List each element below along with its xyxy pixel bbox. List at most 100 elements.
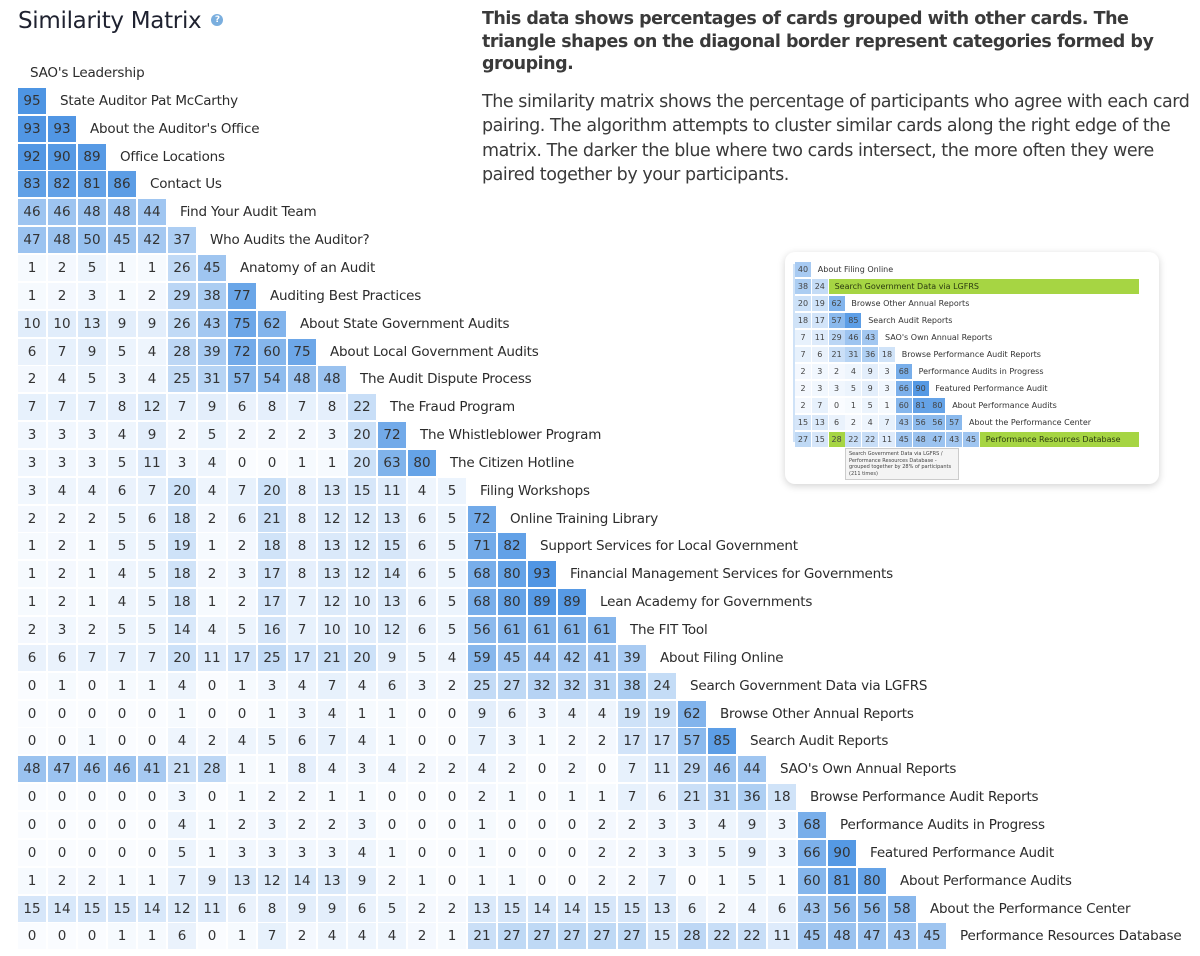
matrix-cell[interactable]: 1 [78, 561, 106, 588]
matrix-cell[interactable]: 1 [258, 756, 286, 783]
matrix-cell[interactable]: 25 [258, 644, 286, 671]
inset-cell[interactable]: 27 [795, 432, 811, 447]
matrix-cell[interactable]: 0 [438, 867, 466, 894]
inset-cell[interactable]: 4 [862, 415, 879, 430]
matrix-cell[interactable]: 4 [348, 672, 376, 699]
matrix-cell[interactable]: 7 [318, 672, 346, 699]
matrix-cell[interactable]: 2 [588, 811, 616, 838]
inset-cell[interactable]: 2 [795, 398, 811, 413]
matrix-cell[interactable]: 60 [798, 867, 826, 894]
matrix-cell[interactable]: 5 [138, 533, 166, 560]
matrix-cell[interactable]: 2 [288, 923, 316, 950]
inset-cell[interactable]: 18 [879, 347, 895, 362]
matrix-cell[interactable]: 25 [468, 672, 496, 699]
matrix-cell[interactable]: 4 [468, 756, 496, 783]
matrix-cell[interactable]: 57 [678, 728, 706, 755]
matrix-cell[interactable]: 1 [198, 839, 226, 866]
matrix-cell[interactable]: 0 [48, 728, 76, 755]
matrix-cell[interactable]: 4 [108, 422, 136, 449]
matrix-cell[interactable]: 1 [318, 784, 346, 811]
matrix-cell[interactable]: 15 [18, 895, 46, 922]
matrix-cell[interactable]: 90 [828, 839, 856, 866]
matrix-cell[interactable]: 21 [168, 756, 196, 783]
matrix-cell[interactable]: 56 [828, 895, 856, 922]
matrix-cell[interactable]: 81 [828, 867, 856, 894]
matrix-cell[interactable]: 1 [108, 282, 136, 309]
matrix-cell[interactable]: 5 [438, 617, 466, 643]
matrix-cell[interactable]: 54 [258, 366, 286, 393]
inset-cell[interactable]: 2 [795, 381, 811, 396]
matrix-cell[interactable]: 3 [498, 728, 526, 755]
matrix-cell[interactable]: 48 [48, 227, 76, 254]
matrix-cell[interactable]: 41 [588, 644, 616, 671]
matrix-cell[interactable]: 2 [138, 282, 166, 309]
matrix-cell[interactable]: 27 [498, 923, 526, 950]
matrix-cell[interactable]: 81 [78, 171, 106, 198]
matrix-cell[interactable]: 0 [198, 784, 226, 811]
matrix-cell[interactable]: 0 [408, 784, 436, 811]
matrix-cell[interactable]: 7 [168, 867, 196, 894]
matrix-cell[interactable]: 1 [18, 561, 46, 588]
matrix-cell[interactable]: 83 [18, 171, 46, 198]
matrix-cell[interactable]: 12 [168, 895, 196, 922]
matrix-cell[interactable]: 6 [408, 533, 436, 560]
matrix-cell[interactable]: 6 [768, 895, 796, 922]
matrix-cell[interactable]: 14 [168, 617, 196, 643]
matrix-cell[interactable]: 0 [108, 811, 136, 838]
inset-cell[interactable]: 43 [946, 432, 963, 447]
matrix-cell[interactable]: 17 [618, 728, 646, 755]
matrix-cell[interactable]: 48 [108, 199, 136, 226]
matrix-cell[interactable]: 11 [198, 644, 226, 671]
inset-cell[interactable]: 90 [912, 381, 929, 396]
matrix-cell[interactable]: 28 [198, 756, 226, 783]
matrix-cell[interactable]: 4 [348, 728, 376, 755]
matrix-cell[interactable]: 0 [528, 756, 556, 783]
matrix-cell[interactable]: 5 [78, 254, 106, 281]
matrix-cell[interactable]: 17 [258, 589, 286, 616]
inset-cell[interactable]: 85 [845, 313, 862, 328]
matrix-cell[interactable]: 0 [48, 784, 76, 811]
matrix-cell[interactable]: 27 [498, 672, 526, 699]
matrix-cell[interactable]: 1 [78, 533, 106, 560]
matrix-cell[interactable]: 7 [108, 644, 136, 671]
matrix-cell[interactable]: 0 [18, 811, 46, 838]
matrix-cell[interactable]: 7 [48, 394, 76, 421]
matrix-cell[interactable]: 3 [18, 449, 46, 476]
matrix-cell[interactable]: 5 [108, 449, 136, 476]
matrix-cell[interactable]: 19 [618, 700, 646, 727]
matrix-cell[interactable]: 12 [348, 561, 376, 588]
matrix-cell[interactable]: 0 [228, 700, 256, 727]
matrix-cell[interactable]: 44 [738, 756, 766, 783]
matrix-cell[interactable]: 4 [318, 700, 346, 727]
matrix-cell[interactable]: 31 [588, 672, 616, 699]
matrix-cell[interactable]: 2 [588, 867, 616, 894]
matrix-cell[interactable]: 1 [18, 867, 46, 894]
matrix-cell[interactable]: 15 [498, 895, 526, 922]
matrix-cell[interactable]: 0 [528, 839, 556, 866]
matrix-cell[interactable]: 6 [378, 672, 406, 699]
inset-cell[interactable]: 19 [811, 296, 828, 311]
matrix-cell[interactable]: 1 [108, 672, 136, 699]
matrix-cell[interactable]: 92 [18, 143, 46, 170]
matrix-cell[interactable]: 7 [78, 394, 106, 421]
matrix-cell[interactable]: 3 [318, 422, 346, 449]
matrix-cell[interactable]: 1 [438, 923, 466, 950]
inset-cell[interactable]: 6 [828, 415, 845, 430]
matrix-cell[interactable]: 18 [168, 561, 196, 588]
matrix-cell[interactable]: 18 [768, 784, 796, 811]
matrix-cell[interactable]: 39 [618, 644, 646, 671]
matrix-cell[interactable]: 11 [768, 923, 796, 950]
inset-cell[interactable]: 47 [929, 432, 946, 447]
matrix-cell[interactable]: 4 [168, 728, 196, 755]
matrix-cell[interactable]: 3 [528, 700, 556, 727]
matrix-cell[interactable]: 63 [378, 449, 406, 476]
matrix-cell[interactable]: 4 [138, 338, 166, 365]
matrix-cell[interactable]: 44 [528, 644, 556, 671]
matrix-cell[interactable]: 3 [288, 839, 316, 866]
matrix-cell[interactable]: 4 [348, 923, 376, 950]
matrix-cell[interactable]: 7 [618, 756, 646, 783]
matrix-cell[interactable]: 12 [318, 505, 346, 532]
matrix-cell[interactable]: 0 [198, 923, 226, 950]
matrix-cell[interactable]: 6 [228, 505, 256, 532]
matrix-cell[interactable]: 89 [78, 143, 106, 170]
